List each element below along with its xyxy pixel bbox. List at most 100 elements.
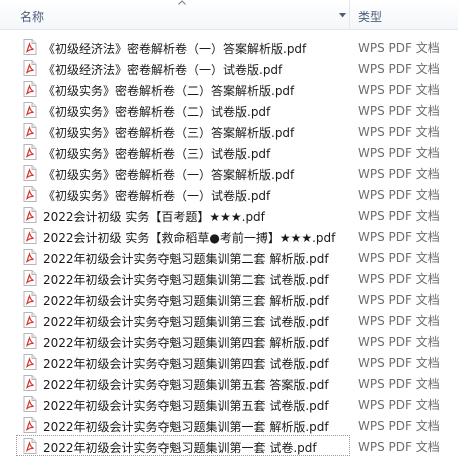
file-type: WPS PDF 文档 — [358, 440, 440, 454]
pdf-file-icon — [23, 354, 37, 370]
file-type: WPS PDF 文档 — [358, 209, 440, 223]
pdf-file-icon — [23, 417, 37, 433]
file-name-cell[interactable]: 2022年初级会计实务夺魁习题集训第一套 试卷.pdf — [16, 435, 350, 456]
pdf-file-icon — [23, 270, 37, 286]
file-name-cell[interactable]: 2022年初级会计实务夺魁习题集训第一套 解析版.pdf — [16, 414, 350, 435]
file-row[interactable]: 2022年初级会计实务夺魁习题集训第二套 试卷版.pdf WPS PDF 文档 — [0, 267, 458, 288]
file-type: WPS PDF 文档 — [358, 377, 440, 391]
file-name: 《初级实务》密卷解析卷（二）答案解析版.pdf — [43, 84, 295, 98]
pdf-file-icon — [23, 207, 37, 223]
file-name: 2022年初级会计实务夺魁习题集训第三套 试卷版.pdf — [43, 315, 329, 329]
file-type: WPS PDF 文档 — [358, 125, 440, 139]
file-row[interactable]: 2022年初级会计实务夺魁习题集训第五套 答案版.pdf WPS PDF 文档 — [0, 372, 458, 393]
file-type: WPS PDF 文档 — [358, 356, 440, 370]
file-row[interactable]: 《初级实务》密卷解析卷（三）试卷版.pdf WPS PDF 文档 — [0, 141, 458, 162]
file-name-cell[interactable]: 《初级实务》密卷解析卷（三）答案解析版.pdf — [16, 120, 350, 141]
file-name-cell[interactable]: 2022年初级会计实务夺魁习题集训第四套 解析版.pdf — [16, 330, 350, 351]
file-type: WPS PDF 文档 — [358, 314, 440, 328]
pdf-file-icon — [23, 312, 37, 328]
file-name-cell[interactable]: 2022年初级会计实务夺魁习题集训第二套 试卷版.pdf — [16, 267, 350, 288]
file-row[interactable]: 2022年初级会计实务夺魁习题集训第四套 解析版.pdf WPS PDF 文档 — [0, 330, 458, 351]
file-type: WPS PDF 文档 — [358, 398, 440, 412]
file-name: 《初级实务》密卷解析卷（三）试卷版.pdf — [43, 147, 271, 161]
file-name: 2022年初级会计实务夺魁习题集训第一套 试卷.pdf — [43, 441, 317, 455]
file-name: 《初级实务》密卷解析卷（一）试卷版.pdf — [43, 189, 271, 203]
file-type: WPS PDF 文档 — [358, 41, 440, 55]
file-row[interactable]: 2022年初级会计实务夺魁习题集训第三套 解析版.pdf WPS PDF 文档 — [0, 288, 458, 309]
file-type: WPS PDF 文档 — [358, 104, 440, 118]
file-name-cell[interactable]: 《初级经济法》密卷解析卷（一）试卷版.pdf — [16, 57, 350, 78]
file-type: WPS PDF 文档 — [358, 272, 440, 286]
file-name-cell[interactable]: 《初级实务》密卷解析卷（一）试卷版.pdf — [16, 183, 350, 204]
column-header-name[interactable]: 名称 — [0, 0, 350, 30]
file-row[interactable]: 《初级实务》密卷解析卷（三）答案解析版.pdf WPS PDF 文档 — [0, 120, 458, 141]
pdf-file-icon — [23, 60, 37, 76]
sort-up-arrow-icon — [178, 0, 186, 5]
file-row[interactable]: 2022年初级会计实务夺魁习题集训第三套 试卷版.pdf WPS PDF 文档 — [0, 309, 458, 330]
chevron-down-icon[interactable] — [339, 13, 346, 18]
file-row[interactable]: 《初级实务》密卷解析卷（一）试卷版.pdf WPS PDF 文档 — [0, 183, 458, 204]
file-type: WPS PDF 文档 — [358, 167, 440, 181]
file-name: 《初级经济法》密卷解析卷（一）答案解析版.pdf — [43, 42, 307, 56]
file-row[interactable]: 《初级实务》密卷解析卷（二）试卷版.pdf WPS PDF 文档 — [0, 99, 458, 120]
file-name: 2022年初级会计实务夺魁习题集训第四套 试卷版.pdf — [43, 357, 329, 371]
file-type: WPS PDF 文档 — [358, 251, 440, 265]
file-row[interactable]: 《初级经济法》密卷解析卷（一）试卷版.pdf WPS PDF 文档 — [0, 57, 458, 78]
file-type: WPS PDF 文档 — [358, 335, 440, 349]
file-row[interactable]: 2022年初级会计实务夺魁习题集训第四套 试卷版.pdf WPS PDF 文档 — [0, 351, 458, 372]
pdf-file-icon — [23, 144, 37, 160]
pdf-file-icon — [23, 249, 37, 265]
file-type: WPS PDF 文档 — [358, 230, 440, 244]
file-type: WPS PDF 文档 — [358, 188, 440, 202]
column-header-name-label: 名称 — [20, 10, 45, 24]
file-name-cell[interactable]: 2022会计初级 实务【百考题】★★★.pdf — [16, 204, 350, 225]
file-row[interactable]: 2022年初级会计实务夺魁习题集训第二套 解析版.pdf WPS PDF 文档 — [0, 246, 458, 267]
file-name-cell[interactable]: 《初级实务》密卷解析卷（一）答案解析版.pdf — [16, 162, 350, 183]
file-name: 2022年初级会计实务夺魁习题集训第二套 解析版.pdf — [43, 252, 329, 266]
pdf-file-icon — [23, 291, 37, 307]
file-name: 2022年初级会计实务夺魁习题集训第一套 解析版.pdf — [43, 420, 329, 434]
file-name: 《初级实务》密卷解析卷（一）答案解析版.pdf — [43, 168, 295, 182]
column-header-type-label: 类型 — [358, 10, 383, 24]
file-name-cell[interactable]: 《初级经济法》密卷解析卷（一）答案解析版.pdf — [16, 36, 350, 57]
file-row[interactable]: 《初级实务》密卷解析卷（二）答案解析版.pdf WPS PDF 文档 — [0, 78, 458, 99]
file-name: 《初级经济法》密卷解析卷（一）试卷版.pdf — [43, 63, 283, 77]
file-row[interactable]: 2022年初级会计实务夺魁习题集训第一套 解析版.pdf WPS PDF 文档 — [0, 414, 458, 435]
pdf-file-icon — [23, 228, 37, 244]
file-row[interactable]: 《初级经济法》密卷解析卷（一）答案解析版.pdf WPS PDF 文档 — [0, 36, 458, 57]
file-row[interactable]: 2022年初级会计实务夺魁习题集训第五套 试卷版.pdf WPS PDF 文档 — [0, 393, 458, 414]
file-name: 2022年初级会计实务夺魁习题集训第二套 试卷版.pdf — [43, 273, 329, 287]
pdf-file-icon — [23, 375, 37, 391]
file-row[interactable]: 2022年初级会计实务夺魁习题集训第一套 试卷.pdf WPS PDF 文档 — [0, 435, 458, 456]
file-type: WPS PDF 文档 — [358, 146, 440, 160]
file-name-cell[interactable]: 2022年初级会计实务夺魁习题集训第四套 试卷版.pdf — [16, 351, 350, 372]
pdf-file-icon — [23, 396, 37, 412]
file-type: WPS PDF 文档 — [358, 83, 440, 97]
file-name: 《初级实务》密卷解析卷（二）试卷版.pdf — [43, 105, 271, 119]
file-name-cell[interactable]: 《初级实务》密卷解析卷（三）试卷版.pdf — [16, 141, 350, 162]
file-name: 2022会计初级 实务【救命稻草●考前一搏】★★★.pdf — [43, 231, 336, 245]
file-name: 2022会计初级 实务【百考题】★★★.pdf — [43, 210, 265, 224]
pdf-file-icon — [23, 165, 37, 181]
file-name-cell[interactable]: 2022年初级会计实务夺魁习题集训第五套 答案版.pdf — [16, 372, 350, 393]
file-name: 2022年初级会计实务夺魁习题集训第三套 解析版.pdf — [43, 294, 329, 308]
file-name: 2022年初级会计实务夺魁习题集训第五套 试卷版.pdf — [43, 399, 329, 413]
file-row[interactable]: 2022会计初级 实务【百考题】★★★.pdf WPS PDF 文档 — [0, 204, 458, 225]
pdf-file-icon — [23, 333, 37, 349]
pdf-file-icon — [23, 102, 37, 118]
pdf-file-icon — [23, 39, 37, 55]
file-name-cell[interactable]: 2022年初级会计实务夺魁习题集训第三套 解析版.pdf — [16, 288, 350, 309]
file-name-cell[interactable]: 《初级实务》密卷解析卷（二）答案解析版.pdf — [16, 78, 350, 99]
file-name-cell[interactable]: 2022年初级会计实务夺魁习题集训第三套 试卷版.pdf — [16, 309, 350, 330]
file-name: 《初级实务》密卷解析卷（三）答案解析版.pdf — [43, 126, 295, 140]
file-row[interactable]: 2022会计初级 实务【救命稻草●考前一搏】★★★.pdf WPS PDF 文档 — [0, 225, 458, 246]
pdf-file-icon — [23, 81, 37, 97]
file-name-cell[interactable]: 《初级实务》密卷解析卷（二）试卷版.pdf — [16, 99, 350, 120]
pdf-file-icon — [23, 123, 37, 139]
file-name-cell[interactable]: 2022年初级会计实务夺魁习题集训第五套 试卷版.pdf — [16, 393, 350, 414]
file-name: 2022年初级会计实务夺魁习题集训第五套 答案版.pdf — [43, 378, 329, 392]
pdf-file-icon — [23, 438, 37, 454]
file-row[interactable]: 《初级实务》密卷解析卷（一）答案解析版.pdf WPS PDF 文档 — [0, 162, 458, 183]
file-name-cell[interactable]: 2022会计初级 实务【救命稻草●考前一搏】★★★.pdf — [16, 225, 350, 246]
file-name-cell[interactable]: 2022年初级会计实务夺魁习题集训第二套 解析版.pdf — [16, 246, 350, 267]
